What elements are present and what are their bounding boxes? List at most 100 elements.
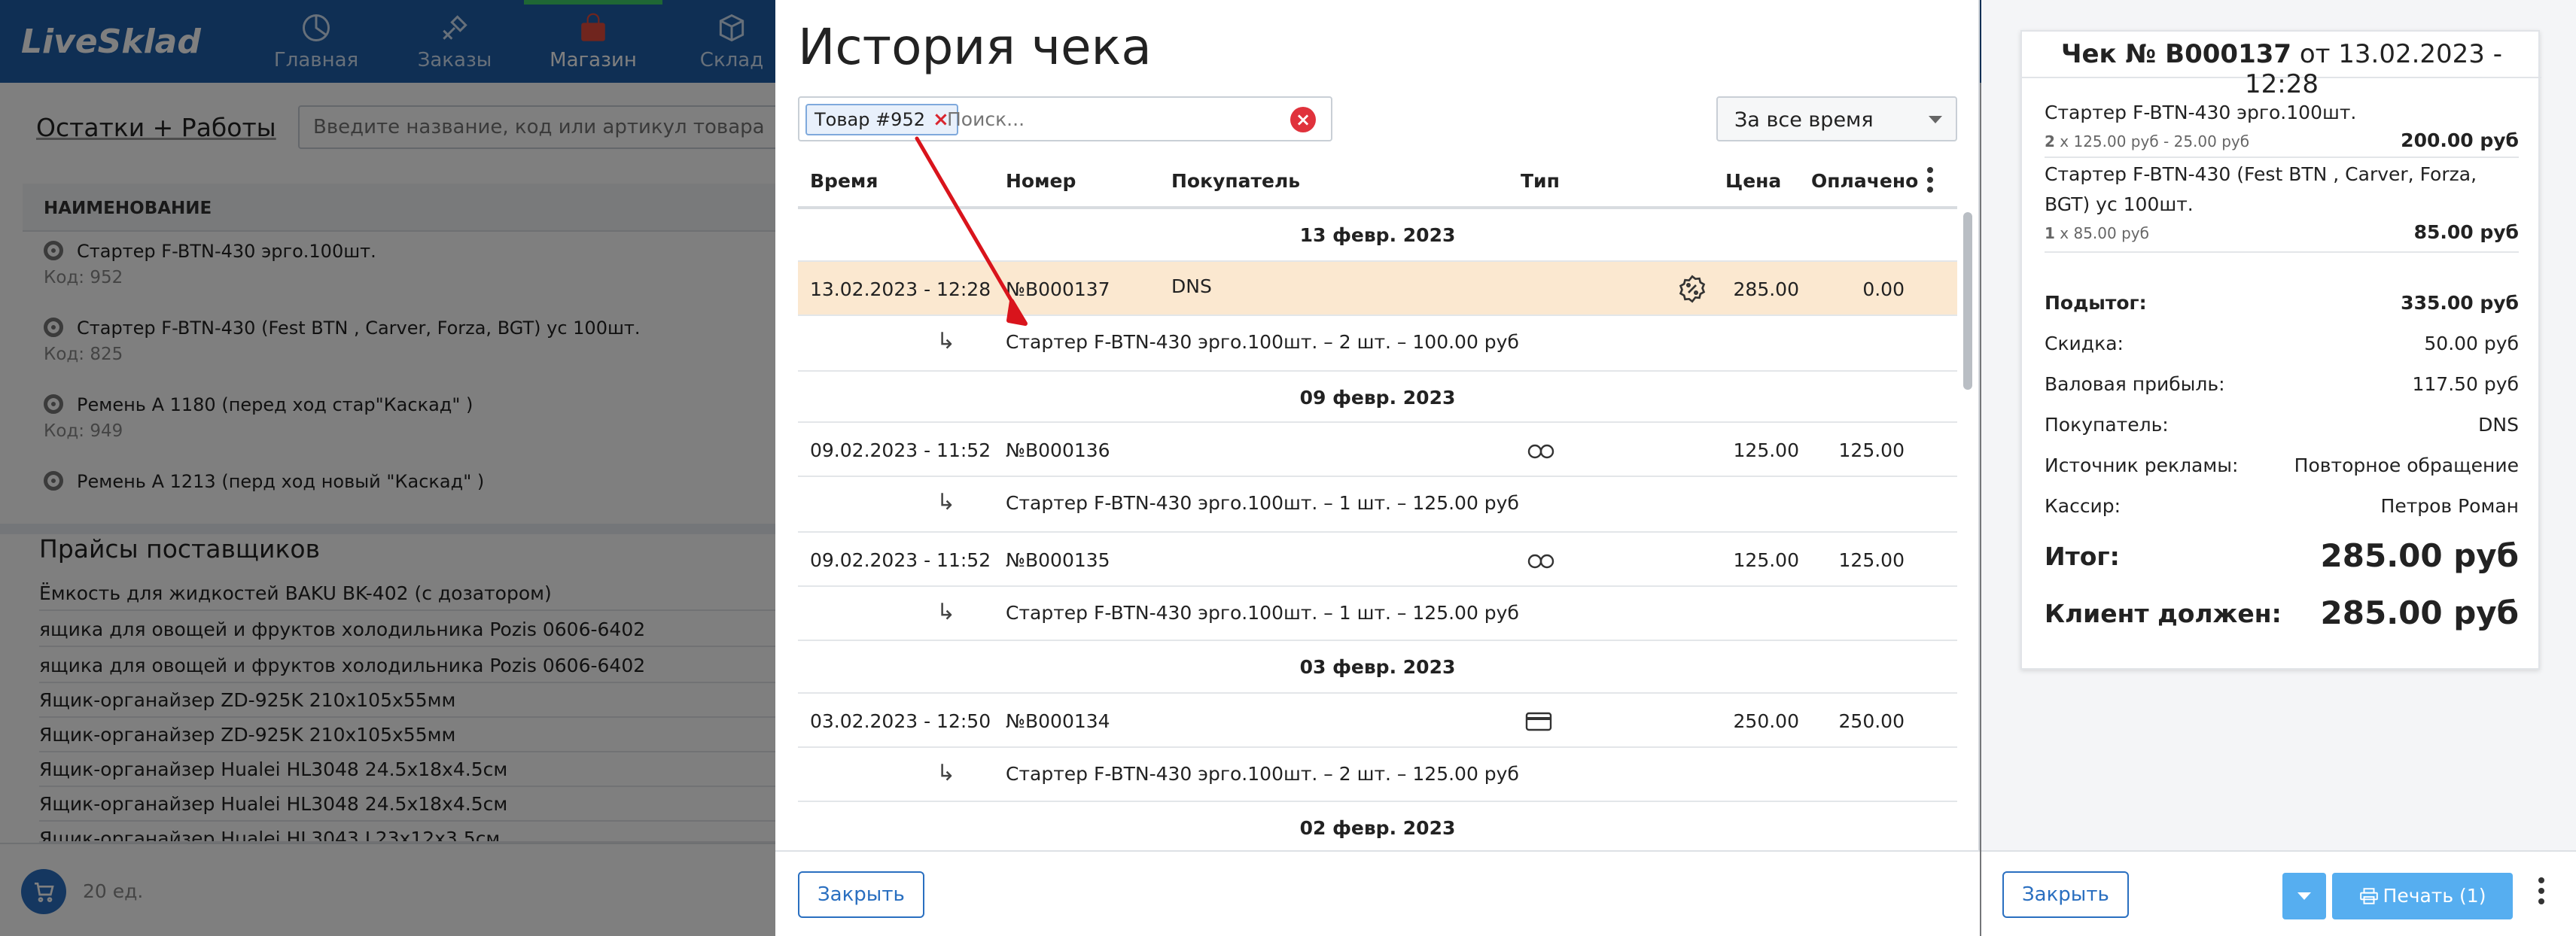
period-select[interactable]: За все время <box>1716 96 1957 141</box>
subitem-arrow-icon: ↳ <box>936 760 956 786</box>
receipt-card: Чек № B000137 от 13.02.2023 - 12:28 Стар… <box>2020 30 2541 670</box>
cash-icon <box>1525 442 1557 464</box>
receipt-item-qty-detail: x 125.00 руб - 25.00 руб <box>2054 132 2250 150</box>
row-detail: ↳ Стартер F-BTN-430 эрго.100шт. – 2 шт. … <box>798 316 1957 372</box>
date-group-header: 02 февр. 2023 <box>798 802 1957 850</box>
receipt-line-value: Петров Роман <box>2380 495 2519 517</box>
receipt-total-value: 285.00 руб <box>2320 537 2519 574</box>
table-row[interactable]: 13.02.2023 - 12:28 №B000137 DNS 285.00 0… <box>798 262 1957 316</box>
date-group-header: 09 февр. 2023 <box>798 372 1957 423</box>
receipt-line-value: Повторное обращение <box>2294 454 2519 476</box>
row-detail-text: Стартер F-BTN-430 эрго.100шт. – 1 шт. – … <box>1006 492 1519 514</box>
cash-icon <box>1525 552 1557 574</box>
date-group-header: 13 февр. 2023 <box>798 209 1957 262</box>
receipt-item-name: Стартер F-BTN-430 эрго.100шт. <box>2045 102 2357 123</box>
caret-down-icon <box>1929 116 1942 123</box>
receipt-item: Стартер F-BTN-430 эрго.100шт. 2 x 125.00… <box>2045 98 2519 154</box>
column-header-number[interactable]: Номер <box>1006 170 1076 192</box>
column-header-time[interactable]: Время <box>810 170 878 192</box>
close-receipt-button[interactable]: Закрыть <box>2002 871 2129 918</box>
period-select-value: За все время <box>1734 108 1874 132</box>
row-detail: ↳ Стартер F-BTN-430 эрго.100шт. – 1 шт. … <box>798 587 1957 641</box>
receipt-due-label: Клиент должен: <box>2045 599 2282 628</box>
card-icon <box>1525 712 1552 736</box>
receipt-line-label: Покупатель: <box>2045 414 2169 436</box>
row-number[interactable]: №B000137 <box>1006 278 1110 300</box>
receipt-subtotal: Подытог: 335.00 руб <box>2045 292 2519 314</box>
history-table: Время Номер Покупатель Тип Цена Оплачено… <box>798 152 1957 850</box>
row-price: 125.00 <box>1733 549 1799 571</box>
receipt-panel: Чек № B000137 от 13.02.2023 - 12:28 Стар… <box>1981 0 2576 936</box>
print-button-label: Печать (1) <box>2383 885 2486 907</box>
receipt-line-value: DNS <box>2478 414 2519 436</box>
table-row[interactable]: 03.02.2023 - 12:50 №B000134 250.00 250.0… <box>798 694 1957 748</box>
receipt-discount: Скидка: 50.00 руб <box>2045 333 2519 354</box>
close-history-button[interactable]: Закрыть <box>798 871 924 918</box>
row-number[interactable]: №B000136 <box>1006 439 1110 461</box>
history-search-input[interactable] <box>947 108 1248 130</box>
receipt-line-label: Подытог: <box>2045 292 2147 314</box>
row-price: 125.00 <box>1733 439 1799 461</box>
row-detail-text: Стартер F-BTN-430 эрго.100шт. – 2 шт. – … <box>1006 763 1519 785</box>
receipt-ad-source: Источник рекламы: Повторное обращение <box>2045 454 2519 476</box>
divider <box>2045 157 2519 158</box>
row-number[interactable]: №B000135 <box>1006 549 1110 571</box>
row-number[interactable]: №B000134 <box>1006 710 1110 732</box>
row-paid: 0.00 <box>1862 278 1905 300</box>
receipt-total: Итог: 285.00 руб <box>2045 537 2519 574</box>
row-detail-text: Стартер F-BTN-430 эрго.100шт. – 2 шт. – … <box>1006 331 1519 353</box>
column-header-buyer[interactable]: Покупатель <box>1171 170 1300 192</box>
print-button[interactable]: Печать (1) <box>2332 873 2513 919</box>
receipt-item-name: Стартер F-BTN-430 (Fest BTN , Carver, Fo… <box>2045 163 2477 215</box>
modal-title: История чека <box>798 18 1152 76</box>
printer-icon <box>2359 888 2378 904</box>
row-detail: ↳ Стартер F-BTN-430 эрго.100шт. – 1 шт. … <box>798 477 1957 533</box>
row-paid: 250.00 <box>1838 710 1905 732</box>
receipt-due-value: 285.00 руб <box>2320 594 2519 631</box>
receipt-item-qty-line: 2 x 125.00 руб - 25.00 руб 200.00 руб <box>2045 128 2519 154</box>
date-group-header: 03 февр. 2023 <box>798 641 1957 694</box>
column-header-price[interactable]: Цена <box>1725 170 1781 192</box>
receipt-item-qty-detail: x 85.00 руб <box>2054 224 2149 242</box>
row-time: 13.02.2023 - 12:28 <box>810 278 991 300</box>
row-price: 250.00 <box>1733 710 1799 732</box>
receipt-footer: Закрыть Печать (1) <box>1981 850 2576 936</box>
row-detail: ↳ Стартер F-BTN-430 эрго.100шт. – 2 шт. … <box>798 748 1957 802</box>
receipt-line-label: Кассир: <box>2045 495 2121 517</box>
receipt-number: Чек № B000137 <box>2060 39 2292 69</box>
table-scrollbar[interactable] <box>1963 212 1972 390</box>
subitem-arrow-icon: ↳ <box>936 599 956 625</box>
clear-filter-icon[interactable]: × <box>1290 107 1316 132</box>
receipt-client-due: Клиент должен: 285.00 руб <box>2045 594 2519 631</box>
receipt-item-qty: 1 x 85.00 руб <box>2045 224 2149 242</box>
filter-tag-label: Товар #952 <box>815 109 925 130</box>
row-time: 03.02.2023 - 12:50 <box>810 710 991 732</box>
column-header-paid[interactable]: Оплачено <box>1811 170 1918 192</box>
receipt-line-label: Скидка: <box>2045 333 2124 354</box>
receipt-total-label: Итог: <box>2045 542 2120 571</box>
row-paid: 125.00 <box>1838 439 1905 461</box>
receipt-cashier: Кассир: Петров Роман <box>2045 495 2519 517</box>
table-row[interactable]: 09.02.2023 - 11:52 №B000136 125.00 125.0… <box>798 423 1957 477</box>
receipt-title: Чек № B000137 от 13.02.2023 - 12:28 <box>2022 32 2541 99</box>
subitem-arrow-icon: ↳ <box>936 489 956 515</box>
row-buyer[interactable]: DNS <box>1171 275 1212 297</box>
receipt-item-sum: 200.00 руб <box>2401 129 2519 151</box>
caret-down-icon <box>2297 892 2311 900</box>
kebab-menu-icon[interactable] <box>2538 877 2546 909</box>
row-time: 09.02.2023 - 11:52 <box>810 549 991 571</box>
receipt-line-value: 50.00 руб <box>2424 333 2519 354</box>
row-price: 285.00 <box>1733 278 1799 300</box>
receipt-item-qty-count: 2 <box>2045 132 2055 150</box>
table-row[interactable]: 09.02.2023 - 11:52 №B000135 125.00 125.0… <box>798 533 1957 587</box>
divider <box>2045 251 2519 253</box>
receipt-item: Стартер F-BTN-430 (Fest BTN , Carver, Fo… <box>2045 160 2519 246</box>
column-header-type[interactable]: Тип <box>1521 170 1560 192</box>
print-options-dropdown[interactable] <box>2282 873 2326 919</box>
filter-box[interactable]: Товар #952 × × <box>798 96 1332 141</box>
row-paid: 125.00 <box>1838 549 1905 571</box>
filter-tag[interactable]: Товар #952 × <box>805 104 958 135</box>
receipt-line-label: Валовая прибыль: <box>2045 373 2225 395</box>
row-detail-text: Стартер F-BTN-430 эрго.100шт. – 1 шт. – … <box>1006 602 1519 624</box>
kebab-menu-icon[interactable] <box>1927 167 1935 196</box>
